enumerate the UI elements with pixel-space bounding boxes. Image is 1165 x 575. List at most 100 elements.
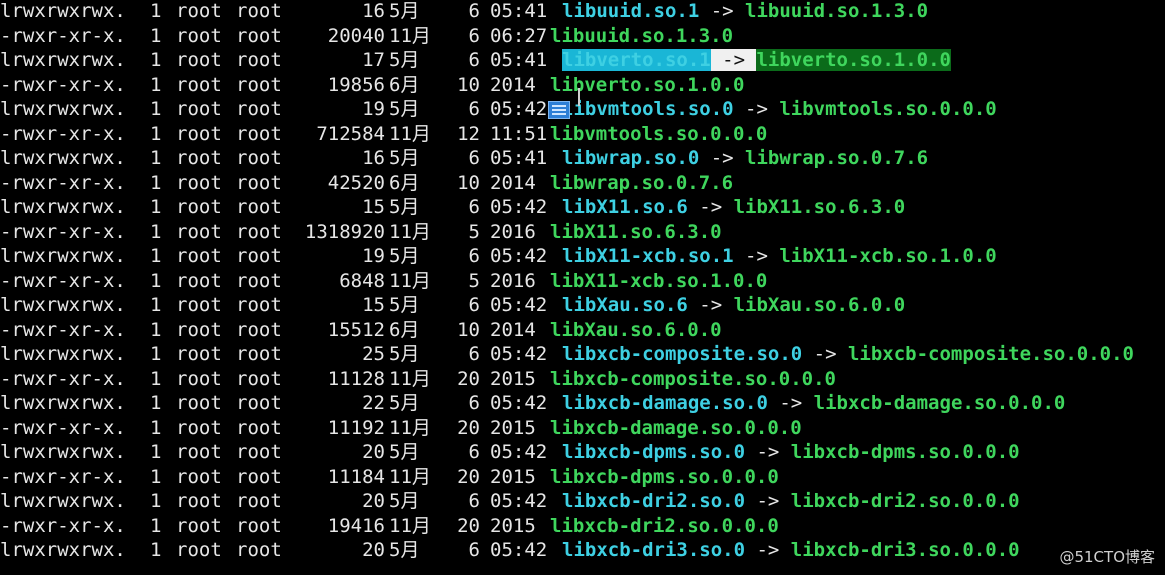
field-size: 6848 [339, 269, 385, 292]
field-size: 11184 [327, 465, 385, 488]
file-name: libwrap.so.0.7.6 [550, 171, 734, 194]
field-perm: lrwxrwxrwx. [0, 98, 126, 120]
listing-row[interactable]: lrwxrwxrwx. 1 root root 17 5月 6 05:41 libverto.s… [0, 48, 1165, 73]
field-links: 1 [150, 367, 162, 390]
field-size: 25 [362, 343, 385, 365]
listing-row[interactable]: -rwxr-xr-x. 1 root root 6848 11月 5 2016 libX11-x… [0, 269, 1165, 294]
field-month: 11月 [389, 367, 431, 390]
field-day: 6 [468, 539, 480, 561]
field-group: root [236, 392, 282, 414]
symlink-arrow: -> [745, 441, 791, 463]
field-size: 17 [362, 49, 385, 71]
field-group: root [236, 269, 282, 292]
symlink-target: libxcb-dri3.so.0.0.0 [790, 539, 1020, 561]
field-owner: root [176, 294, 222, 316]
field-links: 1 [150, 490, 162, 512]
listing-row[interactable]: lrwxrwxrwx. 1 root root 15 5月 6 05:42 libXau.so.… [0, 293, 1165, 318]
field-owner: root [176, 441, 222, 463]
file-name: libwrap.so.0 [562, 147, 700, 169]
listing-row[interactable]: -rwxr-xr-x. 1 root root 19856 6月 10 2014 libvert… [0, 73, 1165, 98]
listing-row[interactable]: lrwxrwxrwx. 1 root root 15 5月 6 05:42 libX11.so.… [0, 195, 1165, 220]
file-name: libxcb-dri2.so.0.0.0 [550, 514, 779, 537]
field-links: 1 [150, 416, 162, 439]
file-name: libuuid.so.1 [562, 0, 700, 22]
field-group: root [236, 367, 282, 390]
file-name: libX11.so.6 [562, 196, 688, 218]
file-name: libuuid.so.1.3.0 [550, 24, 734, 47]
listing-row[interactable]: -rwxr-xr-x. 1 root root 1318920 11月 5 2016 libX1… [0, 220, 1165, 245]
field-links: 1 [150, 122, 162, 145]
listing-row[interactable]: lrwxrwxrwx. 1 root root 20 5月 6 05:42 libxcb-dri… [0, 538, 1165, 563]
field-day: 10 [457, 318, 480, 341]
field-links: 1 [150, 343, 162, 365]
field-day: 5 [468, 269, 480, 292]
field-month: 11月 [389, 122, 431, 145]
field-day: 6 [468, 294, 480, 316]
field-links: 1 [150, 392, 162, 414]
field-links: 1 [150, 245, 162, 267]
field-owner: root [176, 245, 222, 267]
field-group: root [236, 171, 282, 194]
file-name-group: libvmtools.so.0 -> libvmtools.so.0.0.0 [562, 97, 997, 122]
field-owner: root [176, 539, 222, 561]
file-name: libX11-xcb.so.1.0.0 [550, 269, 768, 292]
listing-row[interactable]: lrwxrwxrwx. 1 root root 16 5月 6 05:41 libwrap.so… [0, 146, 1165, 171]
field-month: 5月 [389, 294, 420, 316]
listing-row[interactable]: -rwxr-xr-x. 1 root root 11192 11月 20 2015 libxcb… [0, 416, 1165, 441]
watermark: @51CTO博客 [1059, 548, 1155, 566]
field-owner: root [176, 122, 222, 145]
file-name-group: libX11-xcb.so.1 -> libX11-xcb.so.1.0.0 [562, 244, 997, 269]
field-perm: lrwxrwxrwx. [0, 196, 126, 218]
file-name-group: libxcb-composite.so.0 -> libxcb-composit… [562, 342, 1134, 367]
listing-row[interactable]: lrwxrwxrwx. 1 root root 22 5月 6 05:42 libxcb-dam… [0, 391, 1165, 416]
field-group: root [236, 24, 282, 47]
field-owner: root [176, 24, 222, 47]
listing-row[interactable]: lrwxrwxrwx. 1 root root 16 5月 6 05:41 libuuid.so… [0, 0, 1165, 24]
file-name-group: libX11-xcb.so.1.0.0 [550, 269, 767, 294]
field-group: root [236, 73, 282, 96]
listing-row[interactable]: -rwxr-xr-x. 1 root root 11128 11月 20 2015 libxcb… [0, 367, 1165, 392]
field-perm: -rwxr-xr-x. [0, 416, 126, 439]
field-perm: -rwxr-xr-x. [0, 318, 126, 341]
field-month: 11月 [389, 514, 431, 537]
field-size: 42520 [327, 171, 385, 194]
field-day: 6 [468, 441, 480, 463]
listing-row[interactable]: -rwxr-xr-x. 1 root root 20040 11月 6 06:27 libuui… [0, 24, 1165, 49]
listing-row[interactable]: lrwxrwxrwx. 1 root root 20 5月 6 05:42 libxcb-dri… [0, 489, 1165, 514]
listing-row[interactable]: -rwxr-xr-x. 1 root root 15512 6月 10 2014 libXau.… [0, 318, 1165, 343]
listing-row[interactable]: -rwxr-xr-x. 1 root root 11184 11月 20 2015 libxcb… [0, 465, 1165, 490]
file-name-group: libxcb-dri2.so.0 -> libxcb-dri2.so.0.0.0 [562, 489, 1020, 514]
field-month: 5月 [389, 441, 420, 463]
listing-row[interactable]: lrwxrwxrwx. 1 root root 19 5月 6 05:42 libX11-xcb… [0, 244, 1165, 269]
field-size: 20 [362, 490, 385, 512]
listing-row[interactable]: lrwxrwxrwx. 1 root root 25 5月 6 05:42 libxcb-com… [0, 342, 1165, 367]
field-time: 05:42 [490, 196, 548, 218]
field-links: 1 [150, 514, 162, 537]
field-day: 20 [457, 514, 480, 537]
symlink-arrow: -> [733, 98, 780, 120]
field-size: 20040 [327, 24, 385, 47]
field-day: 5 [468, 220, 480, 243]
field-size: 22 [362, 392, 385, 414]
field-perm: -rwxr-xr-x. [0, 171, 126, 194]
file-name: libvmtools.so.0 [562, 98, 734, 120]
file-name: libxcb-damage.so.0 [562, 392, 768, 414]
field-owner: root [176, 514, 222, 537]
field-month: 6月 [389, 73, 420, 96]
field-links: 1 [150, 220, 162, 243]
field-day: 10 [457, 73, 480, 96]
listing-row[interactable]: -rwxr-xr-x. 1 root root 42520 6月 10 2014 libwrap… [0, 171, 1165, 196]
symlink-target: libxcb-composite.so.0.0.0 [847, 343, 1134, 365]
listing-row[interactable]: lrwxrwxrwx. 1 root root 20 5月 6 05:42 libxcb-dpm… [0, 440, 1165, 465]
field-links: 1 [150, 441, 162, 463]
field-day: 6 [468, 0, 480, 22]
listing-row[interactable]: lrwxrwxrwx. 1 root root 19 5月 6 05:42 libvmtools… [0, 97, 1165, 122]
field-size: 19 [362, 98, 385, 120]
file-name-group: libwrap.so.0 -> libwrap.so.0.7.6 [562, 146, 928, 171]
terminal-output[interactable]: lrwxrwxrwx. 1 root root 16 5月 6 05:41 libuuid.so… [0, 0, 1165, 575]
listing-row[interactable]: -rwxr-xr-x. 1 root root 19416 11月 20 2015 libxcb… [0, 514, 1165, 539]
field-size: 1318920 [304, 220, 385, 243]
listing-row[interactable]: -rwxr-xr-x. 1 root root 712584 11月 12 11:51 libv… [0, 122, 1165, 147]
field-group: root [236, 539, 282, 561]
file-name-group: libuuid.so.1 -> libuuid.so.1.3.0 [562, 0, 928, 24]
